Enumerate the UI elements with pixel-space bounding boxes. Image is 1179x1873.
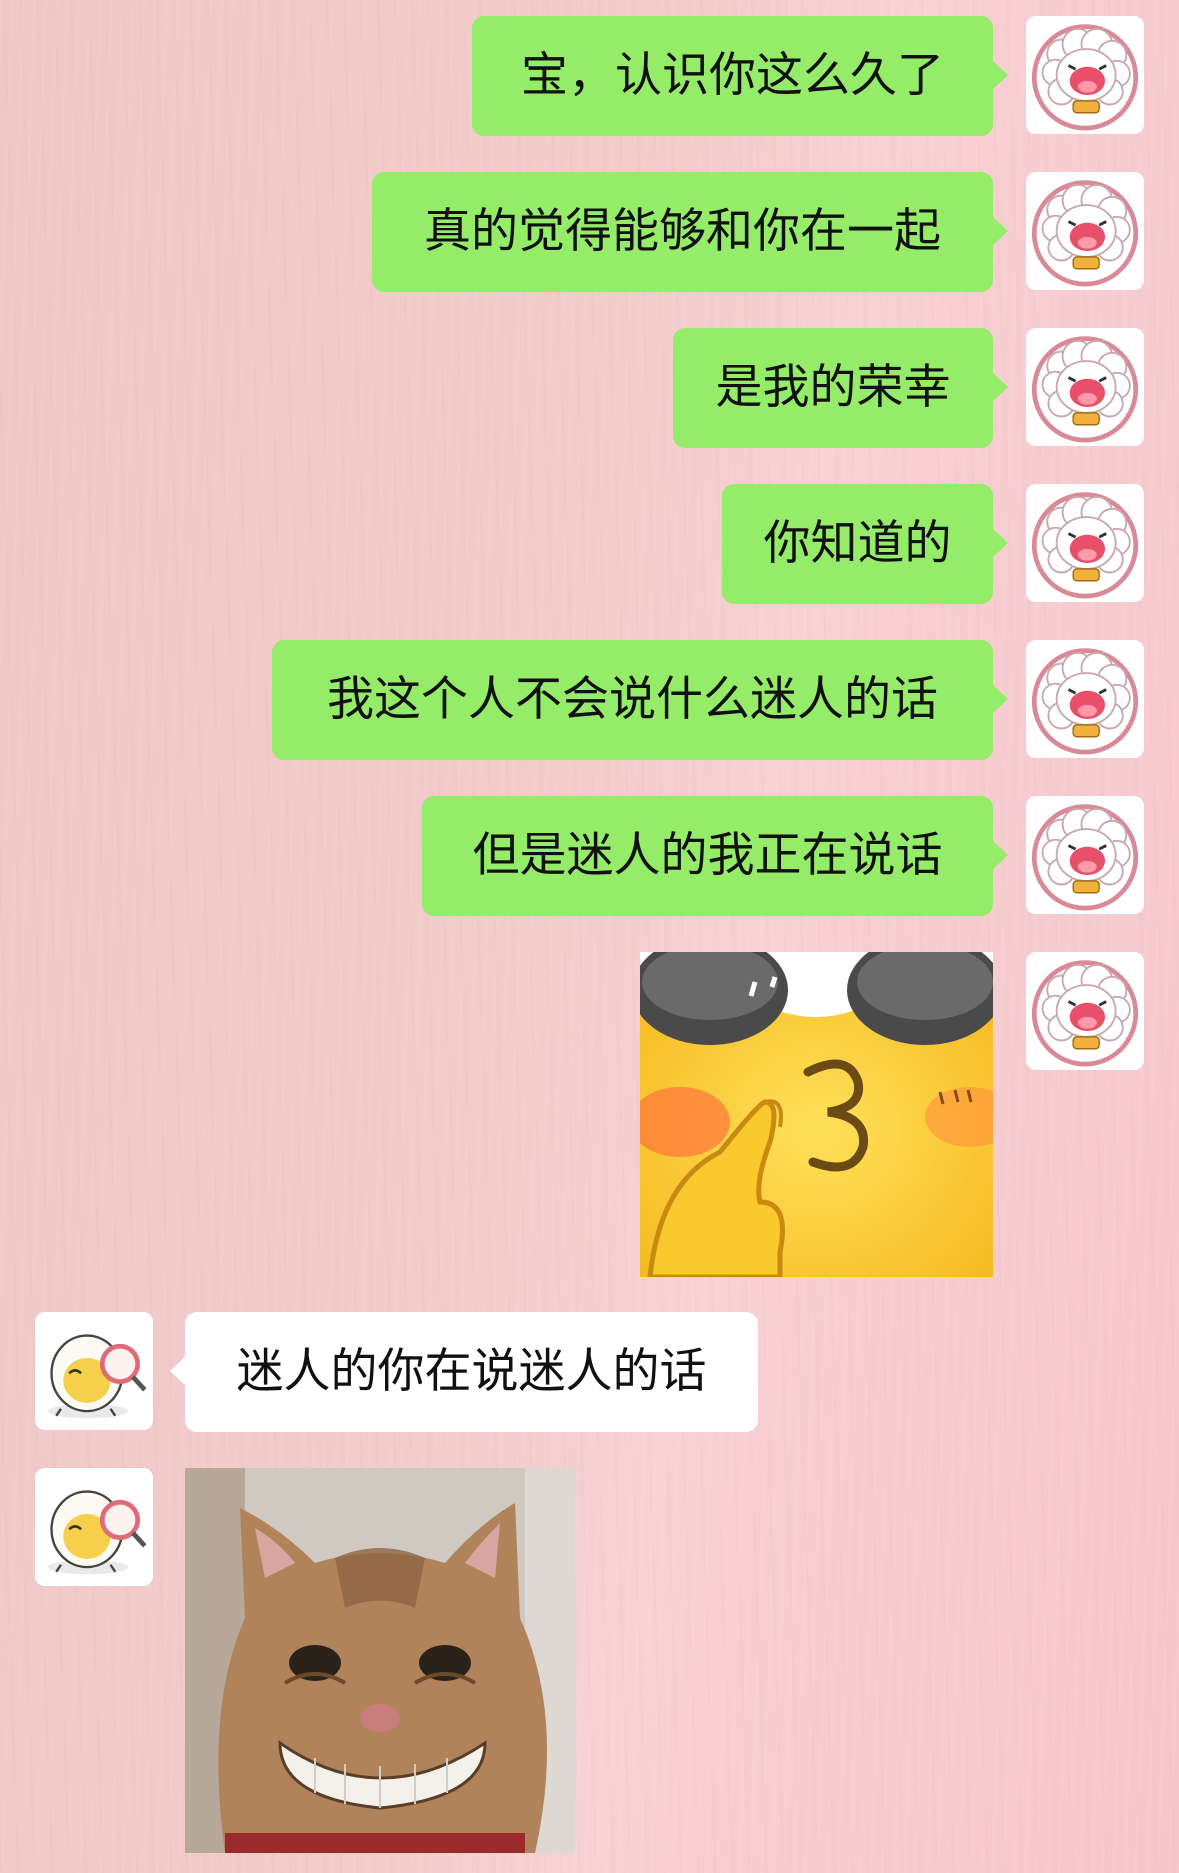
sheep-avatar-icon[interactable] xyxy=(1026,952,1144,1070)
sheep-avatar-icon[interactable] xyxy=(1026,484,1144,602)
egg-magnifier-avatar-icon[interactable] xyxy=(35,1468,153,1586)
sent-message-bubble[interactable]: 你知道的 xyxy=(722,484,1008,604)
grinning-cat-sticker[interactable] xyxy=(185,1468,575,1853)
sheep-avatar-icon[interactable] xyxy=(1026,640,1144,758)
yellow-duck-thumbs-up-sticker[interactable] xyxy=(640,952,993,1277)
sent-message-bubble[interactable]: 宝，认识你这么久了 xyxy=(472,16,1008,136)
sent-message-bubble[interactable]: 是我的荣幸 xyxy=(673,328,1008,448)
sent-message-bubble[interactable]: 我这个人不会说什么迷人的话 xyxy=(272,640,1008,760)
sent-message-bubble[interactable]: 真的觉得能够和你在一起 xyxy=(372,172,1008,292)
sheep-avatar-icon[interactable] xyxy=(1026,328,1144,446)
chat-screen: { "chat": { "sent_messages": [ {"type":"… xyxy=(0,0,1179,1873)
sheep-avatar-icon[interactable] xyxy=(1026,16,1144,134)
sheep-avatar-icon[interactable] xyxy=(1026,172,1144,290)
received-message-bubble[interactable]: 迷人的你在说迷人的话 xyxy=(170,1312,758,1432)
egg-magnifier-avatar-icon[interactable] xyxy=(35,1312,153,1430)
sent-message-bubble[interactable]: 但是迷人的我正在说话 xyxy=(422,796,1008,916)
sheep-avatar-icon[interactable] xyxy=(1026,796,1144,914)
